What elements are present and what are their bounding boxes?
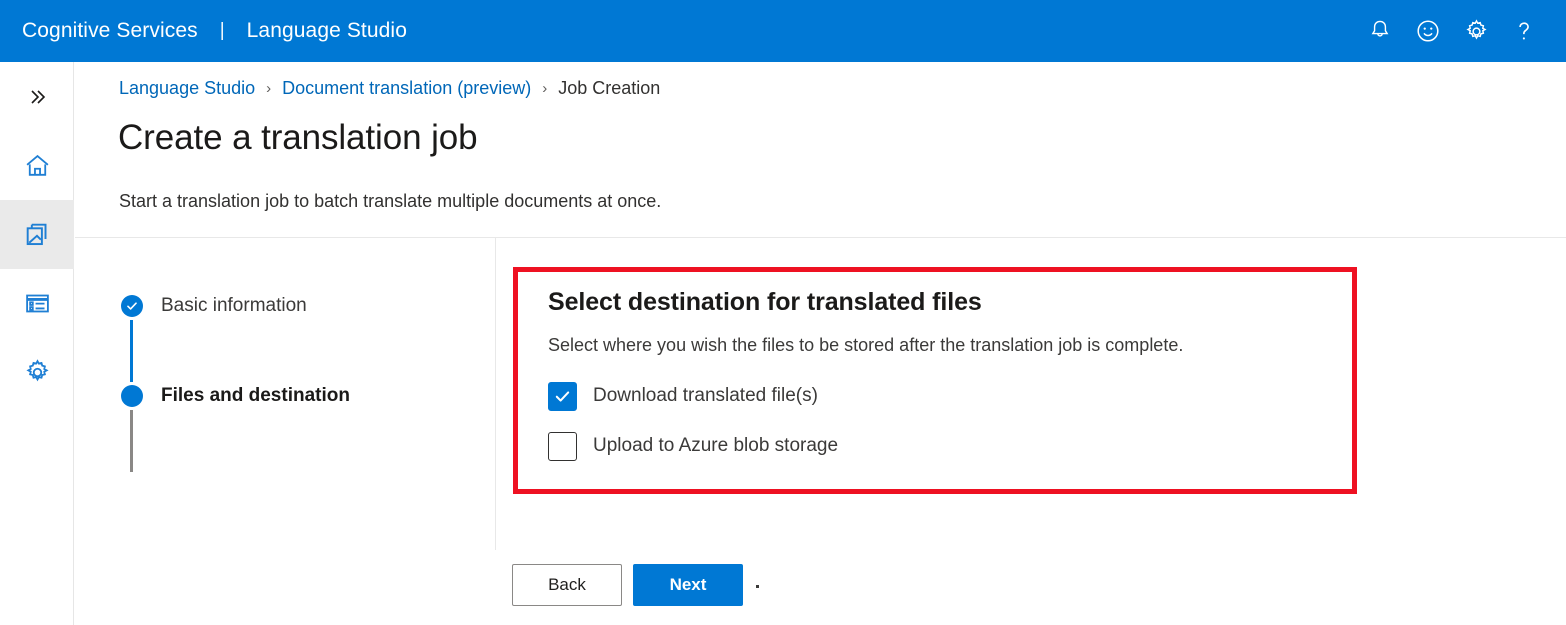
brand-primary-label: Cognitive Services <box>22 19 198 43</box>
home-icon <box>23 151 52 180</box>
breadcrumb-item-document-translation[interactable]: Document translation (preview) <box>282 78 531 99</box>
step-completed-check-icon <box>121 295 143 317</box>
feedback-button[interactable] <box>1404 7 1452 55</box>
help-button[interactable] <box>1500 7 1548 55</box>
stepper-connector-pending <box>130 410 133 472</box>
sidebar-rail <box>0 62 74 625</box>
documents-icon <box>22 219 53 250</box>
checkbox-download-translated-files[interactable] <box>548 382 577 411</box>
breadcrumb: Language Studio › Document translation (… <box>119 78 660 99</box>
smiley-icon <box>1414 17 1442 45</box>
stepper-connector-completed <box>130 320 133 382</box>
wizard-footer-actions: Back Next <box>512 564 759 606</box>
header-actions <box>1356 7 1548 55</box>
checkbox-upload-to-azure-blob-storage[interactable] <box>548 432 577 461</box>
header-divider <box>75 237 1566 238</box>
step-current-dot-icon <box>121 385 143 407</box>
sidebar-item-document-translation[interactable] <box>0 200 74 269</box>
next-button[interactable]: Next <box>633 564 743 606</box>
option-download-translated-files[interactable]: Download translated file(s) <box>548 379 968 413</box>
checkbox-label-download-translated-files: Download translated file(s) <box>593 385 818 407</box>
stepper-divider <box>495 238 496 550</box>
brand-divider: | <box>220 20 225 42</box>
breadcrumb-separator: › <box>542 80 547 97</box>
double-chevron-right-icon <box>25 85 49 109</box>
brand-group: Cognitive Services | Language Studio <box>22 19 407 43</box>
breadcrumb-separator: › <box>266 80 271 97</box>
stepper-step-basic-information[interactable]: Basic information <box>118 292 448 320</box>
wizard-stepper: Basic information Files and destination <box>118 292 448 472</box>
sidebar-item-expand-menu[interactable] <box>0 62 74 131</box>
notifications-button[interactable] <box>1356 7 1404 55</box>
bell-icon <box>1367 18 1393 44</box>
app-header: Cognitive Services | Language Studio <box>0 0 1566 62</box>
settings-button[interactable] <box>1452 7 1500 55</box>
check-icon <box>553 387 572 406</box>
stepper-label-basic-information: Basic information <box>161 295 307 317</box>
main-content: Language Studio › Document translation (… <box>75 62 1566 625</box>
destination-panel: Select destination for translated files … <box>518 272 1183 479</box>
checkbox-label-upload-to-azure-blob-storage: Upload to Azure blob storage <box>593 435 838 457</box>
option-upload-to-azure-blob-storage[interactable]: Upload to Azure blob storage <box>548 429 968 463</box>
stray-dot-marker <box>756 585 759 588</box>
gear-icon <box>23 358 52 387</box>
stepper-label-files-and-destination: Files and destination <box>161 385 350 407</box>
stepper-step-files-and-destination[interactable]: Files and destination <box>118 382 448 410</box>
page-subtitle: Start a translation job to batch transla… <box>119 191 661 212</box>
panel-description: Select where you wish the files to be st… <box>548 335 1183 356</box>
breadcrumb-item-language-studio[interactable]: Language Studio <box>119 78 255 99</box>
sidebar-item-settings[interactable] <box>0 338 74 407</box>
breadcrumb-item-job-creation: Job Creation <box>558 78 660 99</box>
page-title: Create a translation job <box>118 118 477 158</box>
destination-options: Download translated file(s) Upload to Az… <box>548 379 1183 463</box>
destination-panel-highlight: Select destination for translated files … <box>513 267 1357 494</box>
question-mark-icon <box>1510 17 1538 45</box>
sidebar-item-jobs-list[interactable] <box>0 269 74 338</box>
back-button[interactable]: Back <box>512 564 622 606</box>
list-panel-icon <box>23 289 52 318</box>
brand-secondary-label[interactable]: Language Studio <box>247 19 407 43</box>
sidebar-item-home[interactable] <box>0 131 74 200</box>
gear-icon <box>1463 18 1490 45</box>
panel-heading: Select destination for translated files <box>548 288 1183 317</box>
